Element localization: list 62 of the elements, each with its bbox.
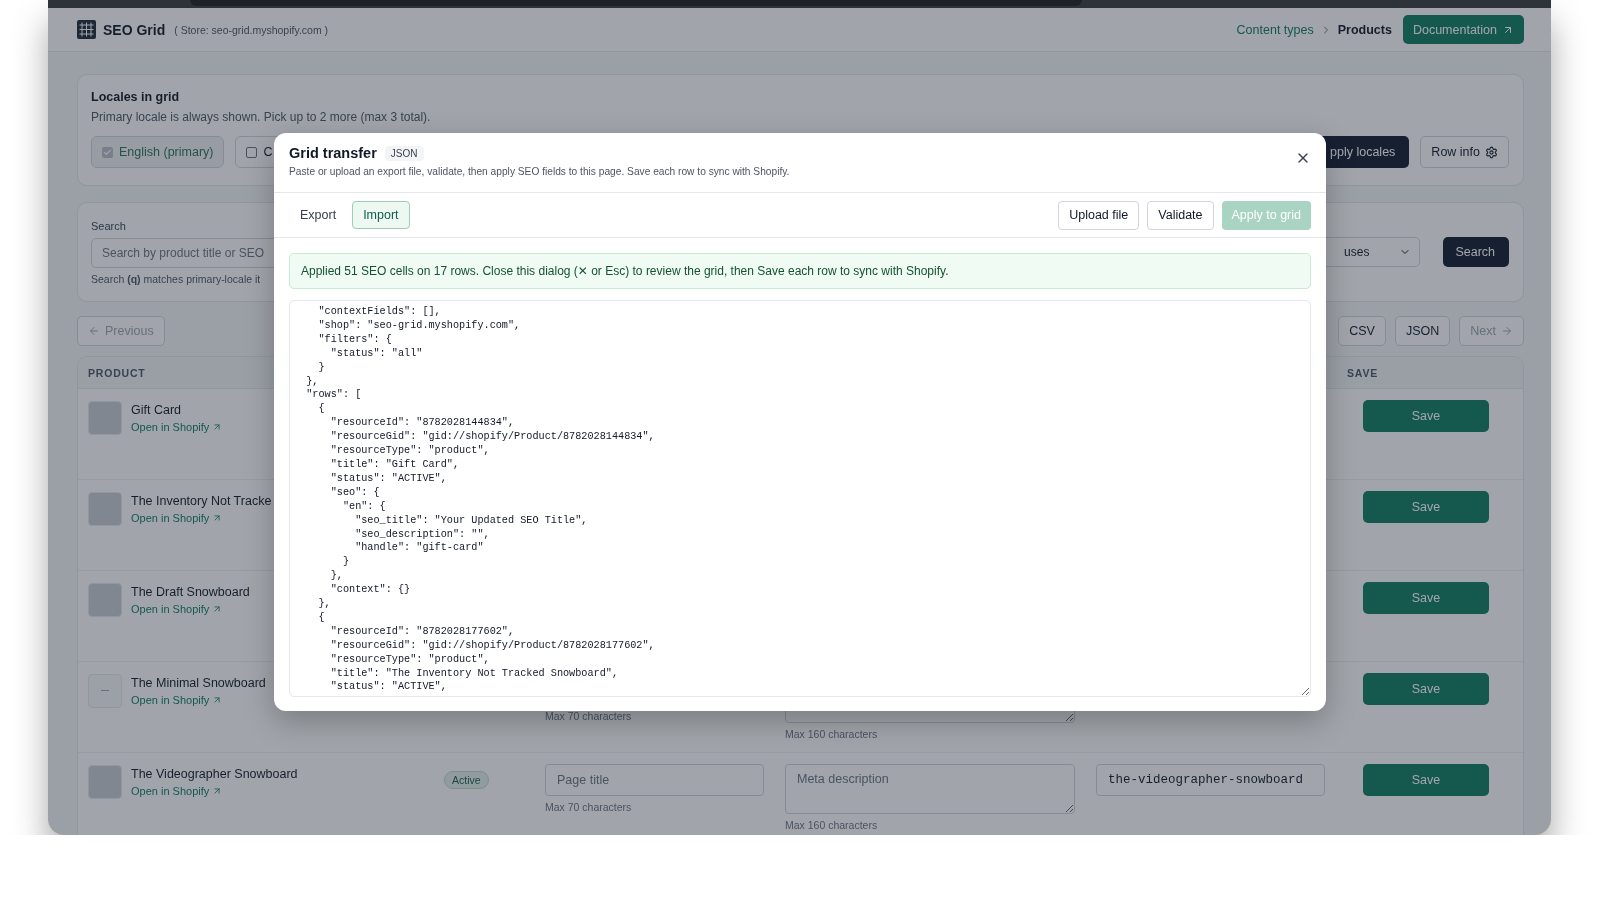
open-in-shopify-link[interactable]: Open in Shopify: [131, 512, 272, 524]
product-photo-placeholder: [88, 765, 122, 799]
dialog-subtitle: Paste or upload an export file, validate, then apply SEO fields to this page. Save each row to sync with Shopify.: [289, 166, 790, 177]
save-button[interactable]: Save: [1363, 673, 1489, 705]
open-in-shopify-link[interactable]: Open in Shopify: [131, 694, 266, 706]
field-hint: Max 70 characters: [545, 801, 633, 813]
dash-icon: [101, 690, 109, 692]
open-in-shopify-link[interactable]: Open in Shopify: [131, 785, 298, 797]
documentation-button[interactable]: Documentation: [1402, 15, 1524, 44]
field-hint: Max 160 characters: [785, 728, 879, 740]
export-button[interactable]: CSV: [1338, 316, 1386, 346]
product-photo-placeholder: [88, 401, 122, 435]
arrow-right-icon: [1501, 325, 1513, 337]
success-alert: Applied 51 SEO cells on 17 rows. Close this dialog (✕ or Esc) to review the grid, then Save each row to sync with Shopify.: [289, 253, 1311, 289]
dialog-action-button[interactable]: Upload file: [1058, 200, 1140, 230]
save-button[interactable]: Save: [1363, 582, 1489, 614]
row-info-button[interactable]: Row info: [1420, 136, 1509, 168]
dialog-tab[interactable]: Export: [289, 201, 348, 229]
save-button[interactable]: Save: [1363, 764, 1489, 796]
save-button[interactable]: Save: [1363, 491, 1489, 523]
external-link-icon: [212, 604, 223, 614]
product-photo-placeholder: [88, 583, 122, 617]
product-title: Gift Card: [131, 403, 182, 417]
handle-field[interactable]: the-videographer-snowboard: [1096, 764, 1325, 796]
format-badge: JSON: [384, 145, 424, 161]
page-title-field[interactable]: Page title: [545, 764, 764, 796]
status-badge: Active: [444, 771, 489, 789]
dialog-tab[interactable]: Import: [352, 201, 410, 229]
open-in-shopify-link[interactable]: Open in Shopify: [131, 603, 250, 615]
store-label: ( Store: seo-grid.myshopify.com ): [174, 23, 329, 36]
app-name: SEO Grid: [103, 21, 166, 38]
product-title: The Minimal Snowboard: [131, 676, 266, 690]
column-header: PRODUCT: [88, 366, 146, 379]
product-title: The Videographer Snowboard: [131, 767, 298, 781]
arrow-left-icon: [88, 325, 100, 337]
product-title: The Inventory Not Tracke: [131, 494, 272, 508]
breadcrumb-current: Products: [1337, 22, 1392, 37]
export-button[interactable]: JSON: [1394, 316, 1451, 346]
external-link-icon: [212, 786, 223, 796]
json-editor[interactable]: "contextFields": [], "shop": "seo-grid.myshopify.com", "filters": { "status": "all" } }, "rows": [ { "resourceId": "8782028144834", "resourceGid": "gid://shopify/Product/8782028144834", "resourceType": "product", "title": "Gift Card", "status": "ACTIVE", "seo": { "en": { "seo_title": "Your Updated SEO Title", "seo_description": "", "handle": "gift-card" } }, "context": {} }, { "resourceId": "8782028177602", "resourceGid": "gid://shopify/Product/8782028177602", "resourceType": "product", "title": "The Inventory Not Tracked Snowboard", "status": "ACTIVE",: [289, 300, 1311, 697]
breadcrumb-link[interactable]: Content types: [1236, 22, 1314, 37]
save-button[interactable]: Save: [1363, 400, 1489, 432]
card-subtitle: Primary locale is always shown. Pick up to 2 more (max 3 total).: [91, 110, 432, 124]
external-link-icon: [212, 695, 223, 705]
dialog-action-button[interactable]: Validate: [1147, 200, 1214, 230]
external-link-icon: [212, 422, 223, 432]
external-link-icon: [212, 513, 223, 523]
dialog-title: Grid transfer: [289, 145, 377, 161]
search-hint: Search (q) matches primary-locale it: [91, 272, 261, 285]
search-label: Search: [91, 219, 127, 232]
product-title: The Draft Snowboard: [131, 585, 250, 599]
field-hint: Max 70 characters: [545, 710, 633, 722]
column-header: SAVE: [1346, 366, 1378, 379]
open-in-shopify-link[interactable]: Open in Shopify: [131, 421, 223, 433]
product-photo-placeholder: [88, 492, 122, 526]
meta-description-field[interactable]: Meta description: [785, 764, 1075, 814]
grid-logo-icon: [77, 20, 96, 39]
search-button[interactable]: Search: [1443, 237, 1509, 267]
card-title: Locales in grid: [91, 90, 181, 104]
field-hint: Max 160 characters: [785, 819, 879, 831]
settings-icon: [1485, 145, 1498, 159]
check-icon: [103, 147, 112, 157]
